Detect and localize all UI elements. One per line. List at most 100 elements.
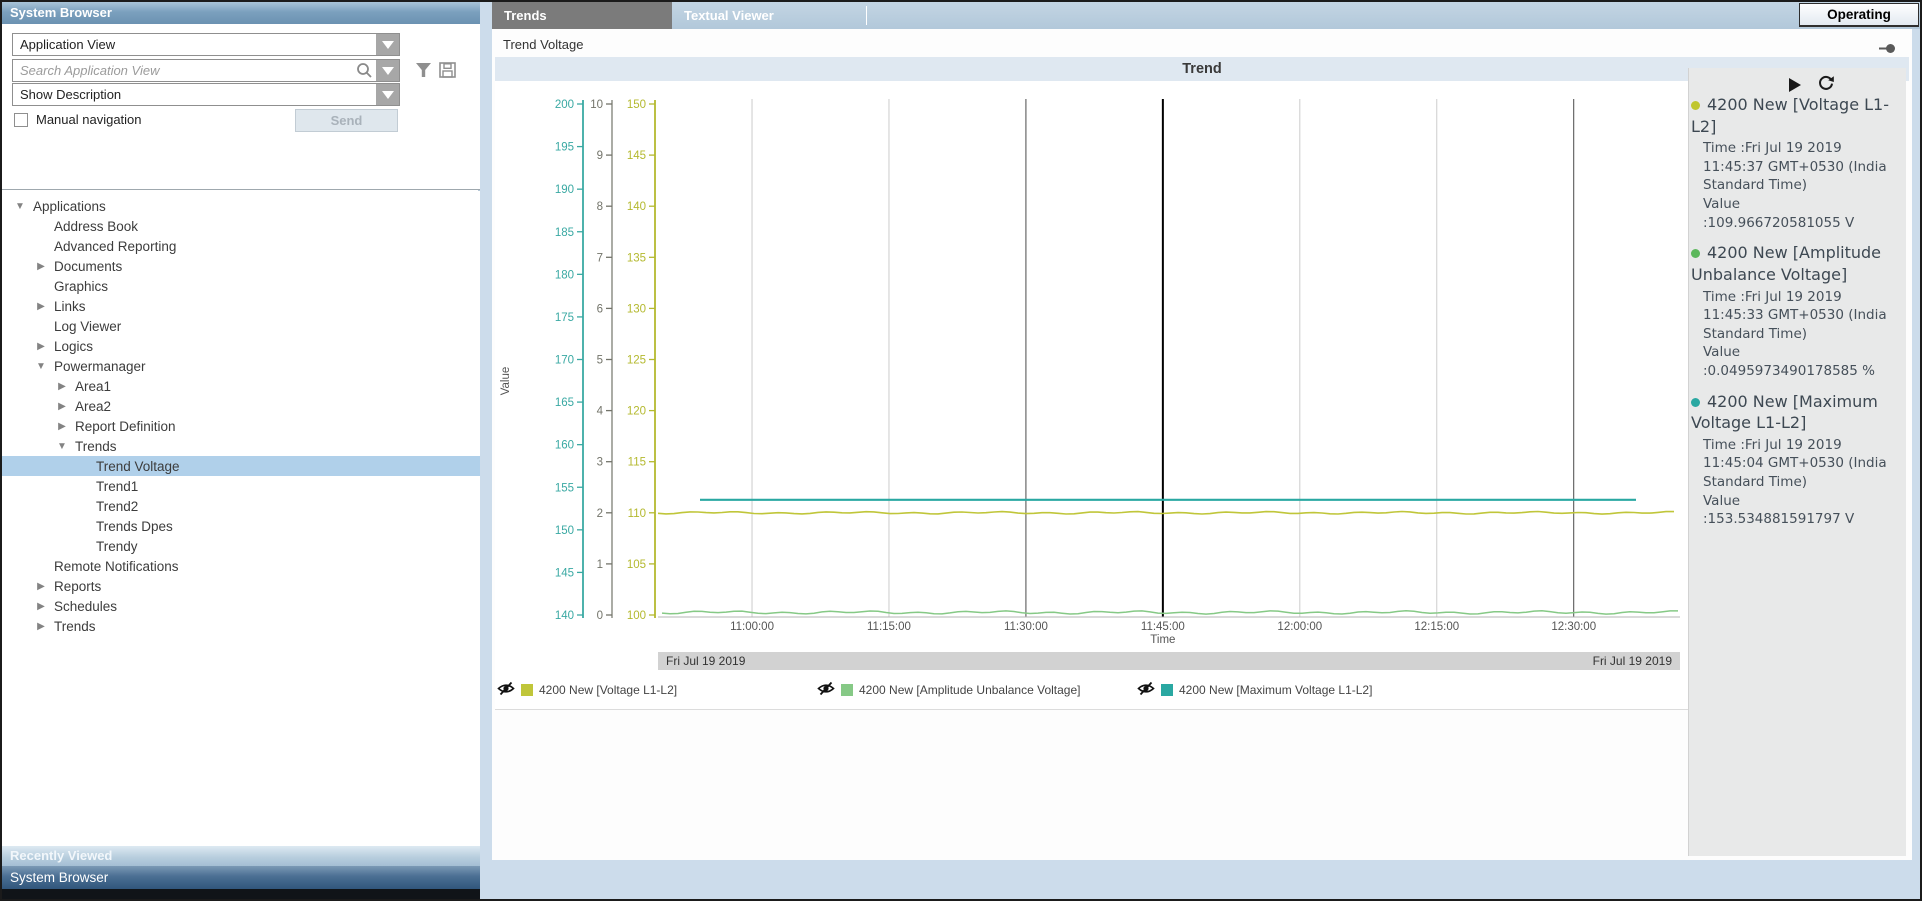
tree-item-address-book[interactable]: Address Book bbox=[2, 216, 480, 236]
tab-bar: Trends Textual Viewer Operating bbox=[492, 2, 1920, 29]
tree-item-area2[interactable]: ▶Area2 bbox=[2, 396, 480, 416]
tree-item-label: Area2 bbox=[70, 399, 111, 414]
recently-viewed-bar[interactable]: Recently Viewed bbox=[2, 845, 480, 866]
svg-text:Value: Value bbox=[500, 367, 512, 396]
svg-text:125: 125 bbox=[627, 355, 646, 367]
filter-icon[interactable] bbox=[415, 62, 432, 83]
navigation-controls: Application View Show Description bbox=[2, 24, 480, 190]
tree-item-graphics[interactable]: Graphics bbox=[2, 276, 480, 296]
svg-text:Time: Time bbox=[1150, 634, 1175, 646]
tree-item-reports[interactable]: ▶Reports bbox=[2, 576, 480, 596]
save-icon[interactable] bbox=[439, 62, 456, 83]
tree-item-powermanager[interactable]: ▼Powermanager bbox=[2, 356, 480, 376]
tree-item-advanced-reporting[interactable]: Advanced Reporting bbox=[2, 236, 480, 256]
expander-icon[interactable]: ▼ bbox=[33, 361, 49, 372]
svg-text:135: 135 bbox=[627, 252, 646, 264]
view-selector[interactable]: Application View bbox=[12, 33, 400, 56]
tree-item-trends[interactable]: ▼Trends bbox=[2, 436, 480, 456]
expander-icon[interactable]: ▶ bbox=[33, 621, 49, 632]
signal-time: Time :Fri Jul 19 2019 11:45:33 GMT+0530 … bbox=[1689, 288, 1906, 344]
tree-item-schedules[interactable]: ▶Schedules bbox=[2, 596, 480, 616]
legend-label: 4200 New [Voltage L1-L2] bbox=[539, 683, 677, 697]
svg-text:11:30:00: 11:30:00 bbox=[1004, 621, 1048, 633]
manual-navigation-checkbox[interactable] bbox=[14, 113, 28, 127]
signal-name: 4200 New [Amplitude Unbalance Voltage] bbox=[1689, 242, 1906, 287]
search-input[interactable] bbox=[13, 63, 352, 78]
trend-chart[interactable]: 11:00:0011:15:0011:30:0011:45:0012:00:00… bbox=[495, 81, 1688, 677]
expander-icon[interactable]: ▶ bbox=[33, 261, 49, 272]
tree-item-label: Graphics bbox=[49, 279, 108, 294]
svg-text:200: 200 bbox=[555, 99, 574, 111]
expander-icon[interactable]: ▶ bbox=[54, 381, 70, 392]
visibility-toggle-icon[interactable] bbox=[817, 681, 835, 699]
tree-item-trend-voltage[interactable]: Trend Voltage bbox=[2, 456, 480, 476]
svg-text:11:00:00: 11:00:00 bbox=[730, 621, 774, 633]
tree-item-label: Report Definition bbox=[70, 419, 176, 434]
chevron-down-icon[interactable] bbox=[376, 60, 399, 81]
svg-text:11:45:00: 11:45:00 bbox=[1141, 621, 1185, 633]
tree-item-trends-dpes[interactable]: Trends Dpes bbox=[2, 516, 480, 536]
tree-item-area1[interactable]: ▶Area1 bbox=[2, 376, 480, 396]
system-browser-bar[interactable]: System Browser bbox=[2, 866, 480, 889]
description-selector[interactable]: Show Description bbox=[12, 83, 400, 106]
tree-item-label: Remote Notifications bbox=[49, 559, 179, 574]
signal-color-dot bbox=[1691, 101, 1700, 110]
trend-content: Trend Voltage Trend 11:00:0011:15:0011:3… bbox=[492, 29, 1912, 860]
tree-item-label: Powermanager bbox=[49, 359, 146, 374]
tree-item-label: Trendy bbox=[91, 539, 138, 554]
expander-icon[interactable]: ▶ bbox=[33, 581, 49, 592]
signal-color-dot bbox=[1691, 398, 1700, 407]
svg-text:Fri Jul 19 2019: Fri Jul 19 2019 bbox=[1593, 654, 1673, 668]
expander-icon[interactable]: ▶ bbox=[54, 401, 70, 412]
expander-icon[interactable]: ▼ bbox=[54, 441, 70, 452]
chevron-down-icon[interactable] bbox=[376, 84, 399, 105]
svg-text:4: 4 bbox=[597, 406, 604, 418]
svg-text:190: 190 bbox=[555, 184, 574, 196]
svg-text:165: 165 bbox=[555, 397, 574, 409]
play-icon[interactable] bbox=[1789, 78, 1801, 92]
app-window: System Browser Application View Show D bbox=[0, 0, 1922, 901]
legend-color-swatch bbox=[1161, 684, 1173, 696]
legend-color-swatch bbox=[841, 684, 853, 696]
svg-text:8: 8 bbox=[597, 201, 603, 213]
trend-chart-area[interactable]: 11:00:0011:15:0011:30:0011:45:0012:00:00… bbox=[495, 81, 1688, 710]
send-button[interactable]: Send bbox=[295, 109, 398, 132]
expander-icon[interactable]: ▶ bbox=[54, 421, 70, 432]
tab-separator bbox=[866, 6, 867, 25]
signal-time: Time :Fri Jul 19 2019 11:45:37 GMT+0530 … bbox=[1689, 139, 1906, 195]
tab-trends[interactable]: Trends bbox=[492, 2, 672, 29]
tree-item-trends[interactable]: ▶Trends bbox=[2, 616, 480, 636]
expander-icon[interactable]: ▶ bbox=[33, 341, 49, 352]
svg-text:Fri Jul 19 2019: Fri Jul 19 2019 bbox=[666, 654, 746, 668]
tree-item-applications[interactable]: ▼Applications bbox=[2, 196, 480, 216]
signal-value: Value:153.534881591797 V bbox=[1689, 492, 1906, 529]
svg-text:150: 150 bbox=[627, 99, 646, 111]
refresh-icon[interactable] bbox=[1817, 74, 1835, 96]
svg-text:10: 10 bbox=[590, 99, 603, 111]
visibility-toggle-icon[interactable] bbox=[497, 681, 515, 699]
tab-textual-viewer[interactable]: Textual Viewer bbox=[672, 2, 860, 29]
tree-item-links[interactable]: ▶Links bbox=[2, 296, 480, 316]
tree-item-documents[interactable]: ▶Documents bbox=[2, 256, 480, 276]
tree-item-report-definition[interactable]: ▶Report Definition bbox=[2, 416, 480, 436]
visibility-toggle-icon[interactable] bbox=[1137, 681, 1155, 699]
tree-item-trend2[interactable]: Trend2 bbox=[2, 496, 480, 516]
legend-entry-4200-new-amplitude-unbalance-voltage: 4200 New [Amplitude Unbalance Voltage] bbox=[817, 681, 1080, 699]
tree-item-label: Applications bbox=[28, 199, 106, 214]
tree-item-logics[interactable]: ▶Logics bbox=[2, 336, 480, 356]
tree-item-trend1[interactable]: Trend1 bbox=[2, 476, 480, 496]
signal-value: Value:109.966720581055 V bbox=[1689, 195, 1906, 232]
expander-icon[interactable]: ▶ bbox=[33, 301, 49, 312]
svg-text:140: 140 bbox=[627, 201, 646, 213]
tree-item-log-viewer[interactable]: Log Viewer bbox=[2, 316, 480, 336]
expander-icon[interactable]: ▼ bbox=[12, 201, 28, 212]
svg-text:120: 120 bbox=[627, 406, 646, 418]
svg-text:170: 170 bbox=[555, 355, 574, 367]
svg-text:185: 185 bbox=[555, 227, 574, 239]
tree-item-label: Documents bbox=[49, 259, 122, 274]
expander-icon[interactable]: ▶ bbox=[33, 601, 49, 612]
operating-mode-button[interactable]: Operating bbox=[1799, 3, 1919, 27]
chevron-down-icon[interactable] bbox=[376, 34, 399, 55]
tree-item-trendy[interactable]: Trendy bbox=[2, 536, 480, 556]
tree-item-remote-notifications[interactable]: Remote Notifications bbox=[2, 556, 480, 576]
